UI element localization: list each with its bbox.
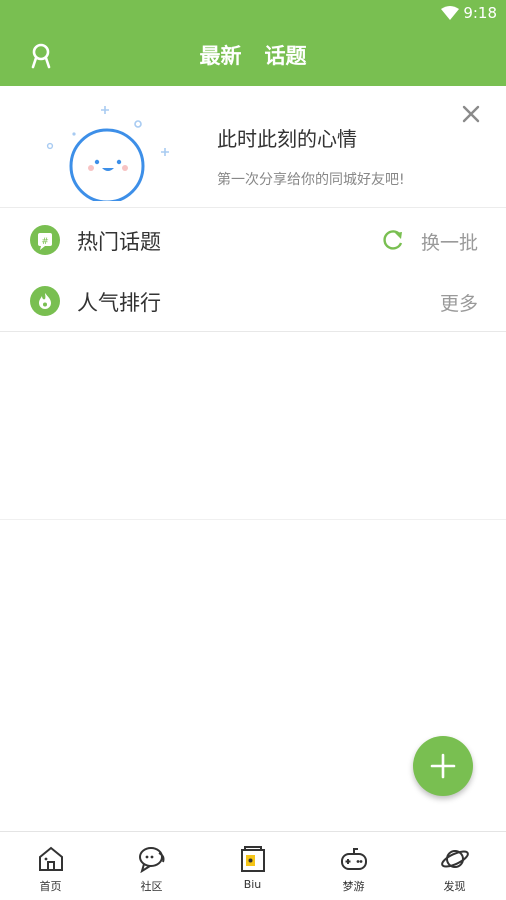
smiling-cloud-icon [46,106,169,201]
hot-topics-label: 热门话题 [77,230,161,254]
nav-home[interactable]: 首页 [0,832,101,900]
more-button[interactable]: 更多 [440,289,478,316]
add-post-button[interactable] [413,736,473,796]
gamepad-icon [341,848,367,870]
nav-discover-label: 发现 [443,880,466,893]
plus-icon [430,753,456,779]
refresh-batch-button[interactable]: 换一批 [421,228,478,255]
ranking-label: 人气排行 [77,291,161,315]
nav-community[interactable]: 社区 [101,832,202,900]
nav-home-label: 首页 [39,880,62,893]
chat-bubble-icon [139,847,165,873]
flame-icon [30,286,60,316]
topic-hash-icon: # [30,225,60,255]
planet-icon [441,850,469,868]
header-tabs: 最新 话题 [0,42,506,70]
tab-topics[interactable]: 话题 [265,42,307,70]
nav-dream-label: 梦游 [342,880,365,893]
nav-biu[interactable]: Biu [202,832,303,900]
content-divider [0,519,506,520]
status-bar: 9:18 [0,0,506,28]
biu-box-icon [241,846,265,872]
wifi-icon [441,6,459,20]
bottom-nav: 首页 社区 Biu 梦游 发现 [0,831,506,900]
mood-subtitle: 第一次分享给你的同城好友吧! [217,172,405,188]
status-time: 9:18 [463,4,497,22]
close-icon[interactable] [461,104,481,124]
nav-biu-label: Biu [243,878,262,891]
hot-topics-row[interactable]: # 热门话题 换一批 [0,209,506,271]
nav-dream[interactable]: 梦游 [303,832,404,900]
svg-text:#: # [41,237,49,247]
nav-community-label: 社区 [140,880,163,893]
home-icon [39,846,63,871]
app-header: 9:18 最新 话题 [0,0,506,86]
refresh-icon[interactable] [381,229,405,251]
tab-latest[interactable]: 最新 [199,42,241,70]
mood-title: 此时此刻的心情 [217,127,357,151]
mood-card[interactable]: 此时此刻的心情 第一次分享给你的同城好友吧! [0,86,506,208]
nav-discover[interactable]: 发现 [404,832,505,900]
ranking-row[interactable]: 人气排行 更多 [0,270,506,332]
